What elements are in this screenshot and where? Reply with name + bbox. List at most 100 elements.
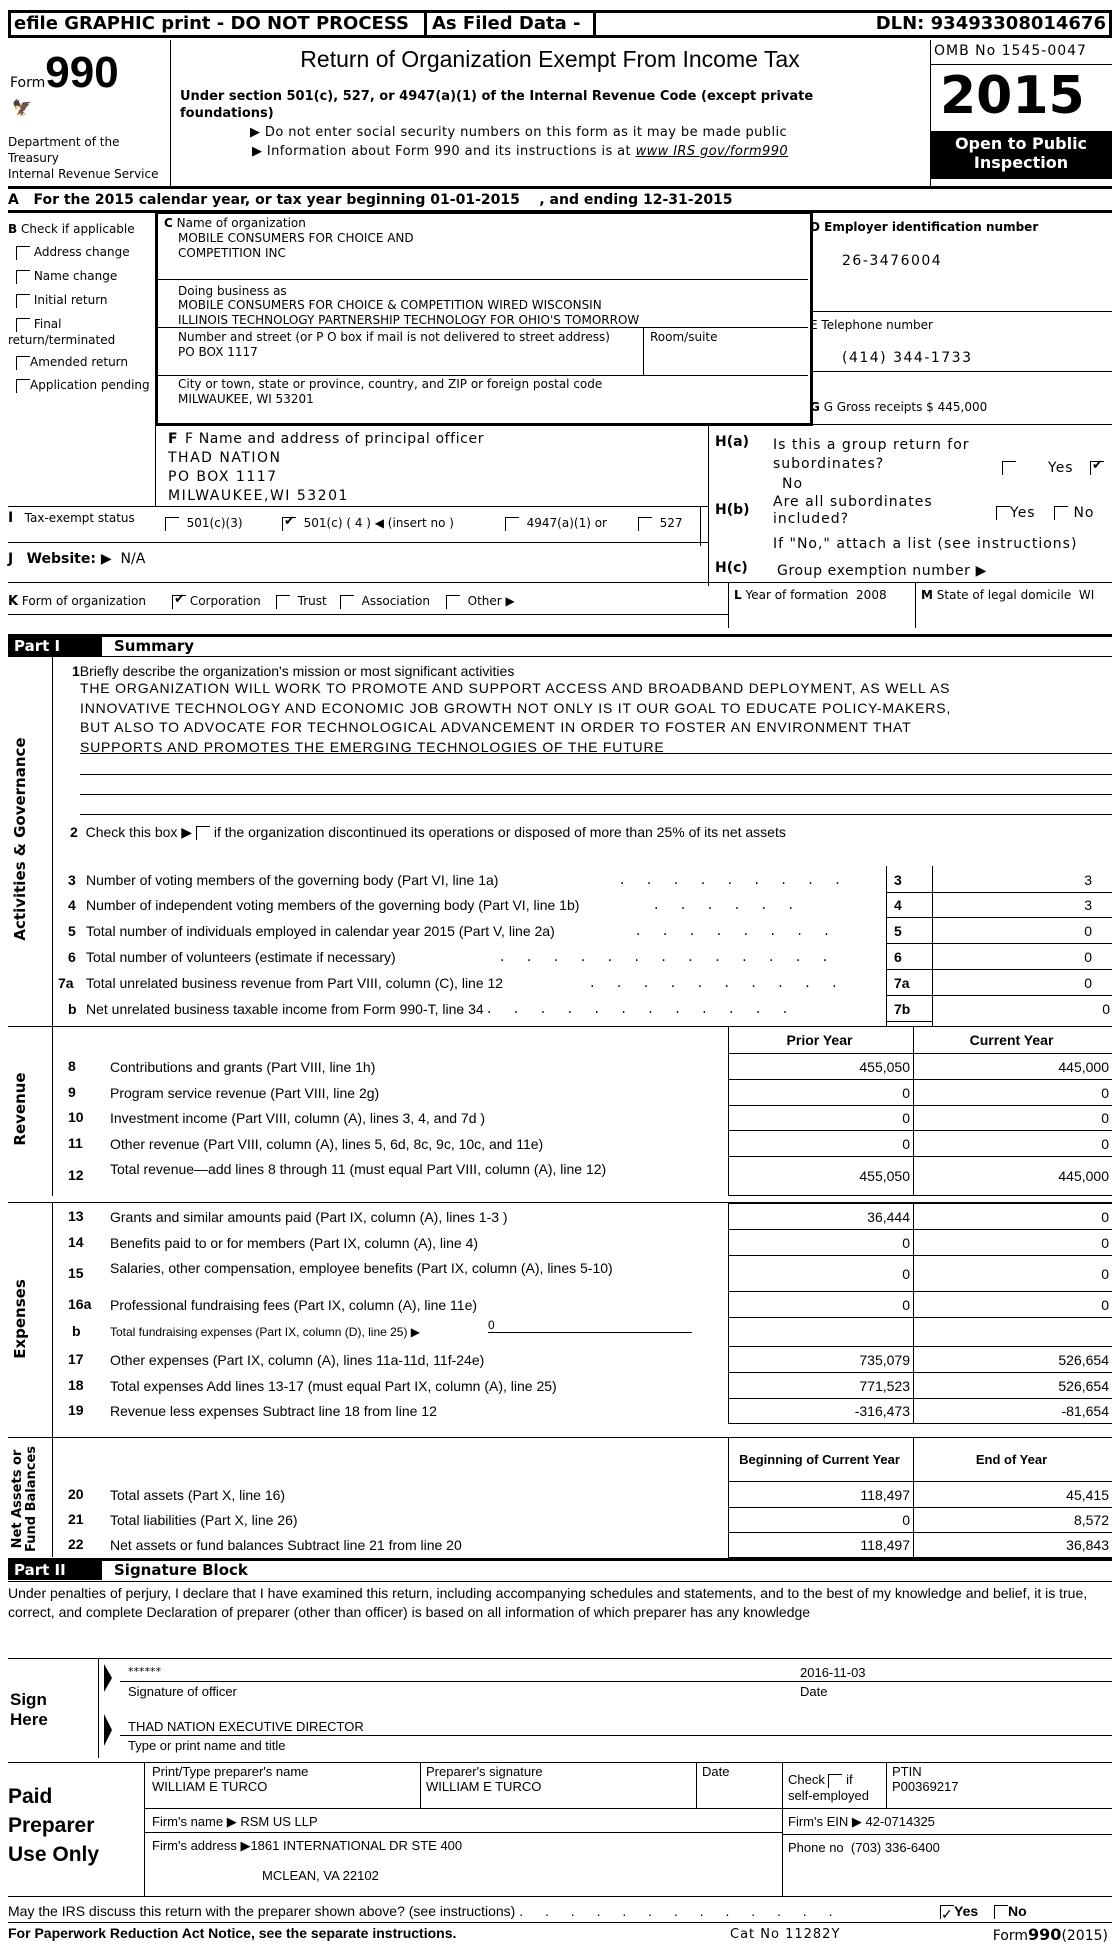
line-label: Benefits paid to or for members (Part IX… xyxy=(110,1234,479,1251)
line-number: 20 xyxy=(68,1485,84,1502)
leader-dots: . . . . . . . . . xyxy=(620,872,849,888)
hb-no-checkbox[interactable]: No xyxy=(1054,505,1095,521)
hb-yes-checkbox[interactable]: Yes xyxy=(996,505,1036,521)
status-501c[interactable]: 501(c) ( 4 ) ◀ (insert no ) xyxy=(282,514,454,531)
prior-value: 0 xyxy=(728,1105,914,1131)
part1-tag: Part I xyxy=(8,636,102,656)
year-formation: L Year of formation 2008 xyxy=(734,588,887,602)
org-type-association[interactable]: Association xyxy=(340,594,430,609)
org-type-corporation[interactable]: Corporation xyxy=(172,592,261,609)
line-number: 12 xyxy=(68,1167,84,1183)
prior-value: 0 xyxy=(728,1507,914,1533)
line-label: Total assets (Part X, line 16) xyxy=(110,1486,286,1503)
ha-no-label: No xyxy=(782,476,804,492)
street-address: PO BOX 1117 xyxy=(178,345,258,359)
line-number: 18 xyxy=(68,1376,84,1393)
gov-line-label: Number of independent voting members of … xyxy=(86,897,580,913)
firm-ein: Firm's EIN ▶ 42-0714325 xyxy=(788,1814,935,1829)
checkbox-address-change[interactable]: Address change xyxy=(16,245,130,260)
current-value: 36,843 xyxy=(913,1532,1112,1558)
checkbox-application-pending[interactable]: Application pending xyxy=(16,378,150,393)
current-value: 0 xyxy=(913,1203,1112,1230)
hb-label: H(b) xyxy=(715,502,750,518)
hc-text: Group exemption number ▶ xyxy=(777,563,987,579)
status-4947[interactable]: 4947(a)(1) or xyxy=(505,516,607,531)
self-employed-checkbox[interactable]: Check if self-employed xyxy=(788,1772,869,1803)
form-title: Return of Organization Exempt From Incom… xyxy=(300,46,800,72)
checkbox-amended-return[interactable]: Amended return xyxy=(16,355,128,370)
current-value: 0 xyxy=(913,1105,1112,1131)
fundraising-inline-value: 0 xyxy=(488,1318,692,1333)
line-label: Salaries, other compensation, employee b… xyxy=(110,1260,613,1276)
firm-address-city: MCLEAN, VA 22102 xyxy=(262,1868,379,1883)
prior-value: 0 xyxy=(728,1291,914,1318)
prior-value: 0 xyxy=(728,1229,914,1256)
current-value: 0 xyxy=(913,1291,1112,1318)
part1-title: Summary xyxy=(114,637,195,655)
line-number: 10 xyxy=(68,1109,84,1125)
line-number: 11 xyxy=(68,1134,83,1151)
irs-discuss-question: May the IRS discuss this return with the… xyxy=(8,1903,842,1919)
line-label: Contributions and grants (Part VIII, lin… xyxy=(110,1058,376,1075)
irs-link[interactable]: www IRS gov/form990 xyxy=(636,144,789,159)
gov-line-label: Net unrelated business taxable income fr… xyxy=(86,1001,484,1017)
prior-value: 118,497 xyxy=(728,1532,914,1558)
efile-label: efile GRAPHIC print - DO NOT PROCESS xyxy=(14,13,409,34)
line-number: 14 xyxy=(68,1233,84,1250)
discuss-yes-checkbox[interactable]: ✓Yes xyxy=(940,1903,978,1922)
gov-line-number: b xyxy=(68,1001,77,1017)
line-label: Total liabilities (Part X, line 26) xyxy=(110,1512,298,1528)
ha-yes-checkbox[interactable] xyxy=(1090,458,1104,475)
ptin-field: PTIN P00369217 xyxy=(892,1764,959,1794)
telephone-value: (414) 344-1733 xyxy=(842,350,973,366)
leader-dots: . . . . . . . . . . . . . xyxy=(460,1001,797,1017)
status-501c3[interactable]: 501(c)(3) xyxy=(165,516,243,531)
org-type-trust[interactable]: Trust xyxy=(276,594,327,609)
current-value: 526,654 xyxy=(913,1372,1112,1399)
part2-title: Signature Block xyxy=(114,1561,248,1579)
gov-line-box: 4 xyxy=(894,897,902,913)
part2-tag: Part II xyxy=(8,1560,102,1580)
line-number: 19 xyxy=(68,1402,84,1418)
principal-officer: F F Name and address of principal office… xyxy=(168,431,485,504)
leader-dots: . . . . . . . . . . xyxy=(590,975,846,991)
line-number: 13 xyxy=(68,1207,84,1224)
line-label: Other revenue (Part VIII, column (A), li… xyxy=(110,1135,544,1152)
current-value: 8,572 xyxy=(913,1507,1112,1533)
gov-line-number: 6 xyxy=(68,949,76,965)
form-word: Form xyxy=(10,75,46,91)
street-label: Number and street (or P O box if mail is… xyxy=(178,330,610,344)
checkbox-name-change[interactable]: Name change xyxy=(16,269,117,284)
name-arrow-icon xyxy=(104,1714,112,1746)
org-type-other[interactable]: Other ▶ xyxy=(446,594,515,609)
ha-no-checkbox[interactable] xyxy=(1002,460,1016,475)
ha-question: Is this a group return for subordinates? xyxy=(773,437,970,472)
line-label: Revenue less expenses Subtract line 18 f… xyxy=(110,1403,437,1419)
checkbox-final-return[interactable]: Final return/terminated xyxy=(8,316,158,348)
line-label: Grants and similar amounts paid (Part IX… xyxy=(110,1208,508,1225)
ha-yes-label: Yes xyxy=(1048,460,1074,476)
signature-label: Signature of officer xyxy=(128,1684,237,1699)
hc-label: H(c) xyxy=(715,560,748,576)
current-value: 526,654 xyxy=(913,1346,1112,1373)
line1-label: 1Briefly describe the organization's mis… xyxy=(72,663,515,679)
side-label-revenue: Revenue xyxy=(11,1072,29,1146)
leader-dots: . . . . . . xyxy=(654,897,802,913)
discontinued-checkbox[interactable] xyxy=(195,826,210,841)
form-number-block: Form990 xyxy=(10,48,119,98)
status-527[interactable]: 527 xyxy=(638,516,683,531)
line-label: Program service revenue (Part VIII, line… xyxy=(110,1084,380,1101)
form-footer-id: Form990(2015) xyxy=(992,1925,1108,1944)
gov-line-box: 6 xyxy=(894,949,902,965)
line-number: 22 xyxy=(68,1536,84,1552)
prior-value: 36,444 xyxy=(728,1203,914,1230)
ssn-note: ▶ Do not enter social security numbers o… xyxy=(250,125,788,140)
gov-line-number: 5 xyxy=(68,923,76,939)
ha-label: H(a) xyxy=(715,434,749,450)
current-value: 0 xyxy=(913,1255,1112,1292)
line-label: Professional fundraising fees (Part IX, … xyxy=(110,1296,478,1313)
gov-line-box: 7b xyxy=(894,1001,911,1017)
discuss-no-checkbox[interactable]: No xyxy=(994,1903,1027,1920)
col-header-prior-year: Prior Year xyxy=(728,1026,914,1054)
checkbox-initial-return[interactable]: Initial return xyxy=(16,293,108,308)
